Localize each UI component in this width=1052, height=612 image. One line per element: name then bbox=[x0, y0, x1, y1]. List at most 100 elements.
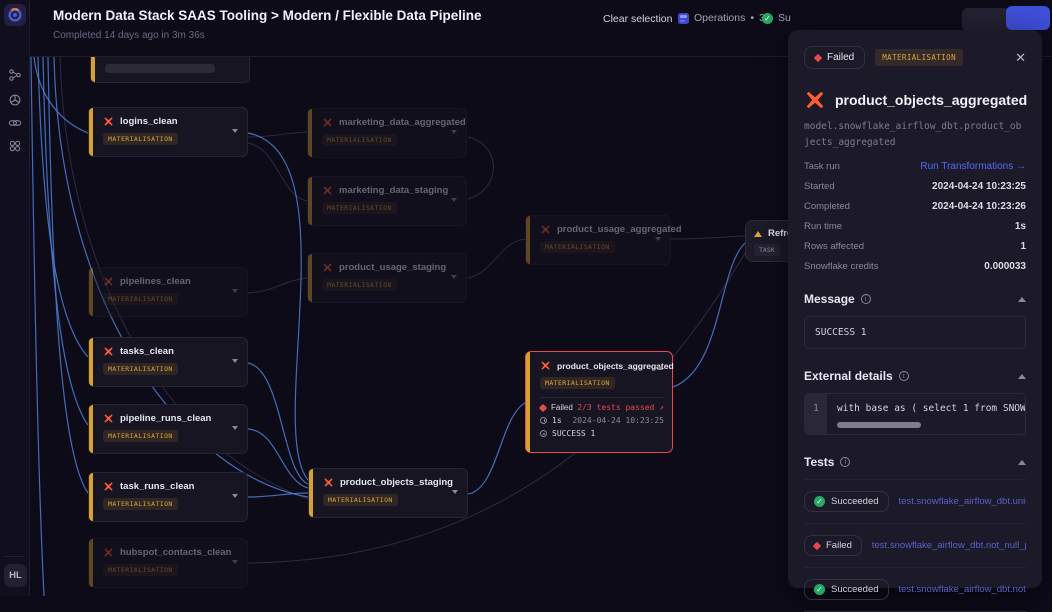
chevron-down-icon[interactable] bbox=[232, 359, 238, 363]
chevron-down-icon[interactable] bbox=[232, 289, 238, 293]
dbt-icon bbox=[322, 185, 333, 196]
horizontal-scrollbar[interactable] bbox=[837, 422, 921, 428]
chevron-down-icon[interactable] bbox=[232, 129, 238, 133]
chevron-down-icon[interactable] bbox=[451, 130, 457, 134]
chevron-down-icon[interactable] bbox=[232, 426, 238, 430]
test-status-label: Succeeded bbox=[831, 496, 879, 507]
dag-node-task-runs-clean[interactable]: task_runs_clean MATERIALISATION bbox=[88, 472, 248, 522]
materialisation-badge: MATERIALISATION bbox=[103, 133, 178, 145]
primary-button[interactable] bbox=[1006, 6, 1050, 30]
dag-node-tasks-clean[interactable]: tasks_clean MATERIALISATION bbox=[88, 337, 248, 387]
task-run-link[interactable]: Run Transformations → bbox=[920, 161, 1026, 172]
test-status-label: Succeeded bbox=[831, 584, 879, 595]
collapse-icon[interactable] bbox=[1018, 460, 1026, 465]
materialisation-badge: MATERIALISATION bbox=[322, 134, 397, 146]
test-status-badge: Failed bbox=[804, 535, 862, 556]
code-line: with base as ( select 1 from SNOWFLAKE bbox=[837, 403, 1017, 414]
status-dot-icon bbox=[540, 430, 547, 437]
code-box: 1 with base as ( select 1 from SNOWFLAKE bbox=[804, 393, 1026, 435]
chevron-down-icon[interactable] bbox=[452, 490, 458, 494]
node-timestamp: 2024-04-24 10:23:25 bbox=[572, 416, 664, 425]
failed-icon bbox=[813, 542, 821, 550]
succeeded-counter[interactable]: Su bbox=[762, 12, 791, 24]
chevron-down-icon[interactable] bbox=[655, 237, 661, 241]
user-avatar[interactable]: HL bbox=[4, 564, 27, 587]
tests-section-title: Tests bbox=[804, 455, 834, 469]
dag-node-product-usage-staging[interactable]: product_usage_staging MATERIALISATION bbox=[307, 253, 467, 303]
dag-node-product-objects-staging[interactable]: product_objects_staging MATERIALISATION bbox=[308, 468, 468, 518]
dag-node-product-objects-aggregated-selected[interactable]: product_objects_aggregated MATERIALISATI… bbox=[525, 351, 673, 453]
node-status-stripe bbox=[526, 352, 530, 452]
materialisation-badge: MATERIALISATION bbox=[322, 202, 397, 214]
details-panel: Failed MATERIALISATION ✕ product_objects… bbox=[788, 30, 1042, 588]
collapse-icon[interactable] bbox=[1018, 374, 1026, 379]
chevron-down-icon[interactable] bbox=[451, 275, 457, 279]
dbt-icon bbox=[322, 262, 333, 273]
secondary-button[interactable] bbox=[962, 8, 1010, 32]
dag-node-product-usage-aggregated[interactable]: product_usage_aggregated MATERIALISATION bbox=[525, 215, 671, 265]
dbt-icon bbox=[103, 116, 114, 127]
sidebar: HL bbox=[0, 0, 30, 596]
failed-icon bbox=[814, 53, 822, 61]
node-title: product_usage_staging bbox=[339, 262, 446, 273]
node-title: hubspot_contacts_clean bbox=[120, 547, 231, 558]
dag-node-marketing-data-staging[interactable]: marketing_data_staging MATERIALISATION bbox=[307, 176, 467, 226]
node-title: marketing_data_aggregated bbox=[339, 117, 466, 128]
test-link[interactable]: test.snowflake_airflow_dbt.unique_pro bbox=[899, 496, 1026, 507]
dag-node-pipelines-clean[interactable]: pipelines_clean MATERIALISATION bbox=[88, 267, 248, 317]
app-logo-icon[interactable] bbox=[4, 4, 26, 26]
test-row: Succeeded test.snowflake_airflow_dbt.uni… bbox=[804, 480, 1026, 524]
chevron-up-icon[interactable] bbox=[657, 366, 663, 370]
detail-value: 2024-04-24 10:23:26 bbox=[932, 201, 1026, 212]
node-title: marketing_data_staging bbox=[339, 185, 448, 196]
detail-label: Task run bbox=[804, 161, 840, 172]
chevron-down-icon[interactable] bbox=[451, 198, 457, 202]
dag-node-partial[interactable] bbox=[90, 57, 250, 83]
node-status-stripe bbox=[89, 268, 93, 316]
dbt-icon bbox=[103, 346, 114, 357]
failed-icon bbox=[539, 403, 547, 411]
chevron-down-icon[interactable] bbox=[232, 560, 238, 564]
test-row: Failed test.snowflake_airflow_dbt.not_nu… bbox=[804, 524, 1026, 568]
info-icon bbox=[840, 457, 850, 467]
materialisation-badge: MATERIALISATION bbox=[540, 241, 615, 253]
node-status-stripe bbox=[91, 57, 95, 82]
node-title: logins_clean bbox=[120, 116, 178, 127]
materialisation-badge: MATERIALISATION bbox=[103, 293, 178, 305]
clock-icon bbox=[540, 417, 547, 424]
succeeded-icon bbox=[814, 584, 825, 595]
dag-node-logins-clean[interactable]: logins_clean MATERIALISATION bbox=[88, 107, 248, 157]
clear-selection-button[interactable]: Clear selection bbox=[603, 13, 672, 25]
model-path: model.snowflake_airflow_dbt.product_obje… bbox=[804, 119, 1026, 151]
apps-icon[interactable] bbox=[8, 139, 22, 153]
link-icon[interactable] bbox=[8, 116, 22, 130]
node-status-stripe bbox=[89, 338, 93, 386]
dbt-icon bbox=[103, 547, 114, 558]
materialisation-badge: MATERIALISATION bbox=[875, 49, 963, 66]
test-link[interactable]: test.snowflake_airflow_dbt.not_null_pr bbox=[899, 584, 1026, 595]
detail-value: 2024-04-24 10:23:25 bbox=[932, 181, 1026, 192]
operations-label: Operations bbox=[694, 12, 745, 24]
test-row: Succeeded test.snowflake_airflow_dbt.not… bbox=[804, 568, 1026, 612]
materialisation-badge: MATERIALISATION bbox=[103, 564, 178, 576]
close-icon[interactable]: ✕ bbox=[1015, 50, 1026, 66]
collapse-icon[interactable] bbox=[1018, 297, 1026, 302]
tests-summary-link[interactable]: 2/3 tests passed ↗ bbox=[577, 403, 664, 412]
message-section-title: Message bbox=[804, 292, 855, 306]
dbt-icon bbox=[103, 413, 114, 424]
test-link[interactable]: test.snowflake_airflow_dbt.not_null_pr bbox=[872, 540, 1026, 551]
lineage-icon[interactable] bbox=[8, 68, 22, 82]
line-number: 1 bbox=[805, 394, 827, 434]
node-status-stripe bbox=[526, 216, 530, 264]
chevron-down-icon[interactable] bbox=[232, 494, 238, 498]
dag-node-pipeline-runs-clean[interactable]: pipeline_runs_clean MATERIALISATION bbox=[88, 404, 248, 454]
dag-node-hubspot-contacts-clean[interactable]: hubspot_contacts_clean MATERIALISATION bbox=[88, 538, 248, 588]
operations-counter[interactable]: Operations • 35 bbox=[678, 12, 771, 24]
operations-icon bbox=[678, 13, 689, 24]
dag-node-marketing-data-aggregated[interactable]: marketing_data_aggregated MATERIALISATIO… bbox=[307, 108, 467, 158]
node-title: product_usage_aggregated bbox=[557, 224, 682, 235]
node-status-stripe bbox=[89, 405, 93, 453]
wheel-icon[interactable] bbox=[8, 93, 22, 107]
message-box: SUCCESS 1 bbox=[804, 316, 1026, 349]
run-summary: Completed 14 days ago in 3m 36s bbox=[53, 30, 205, 41]
